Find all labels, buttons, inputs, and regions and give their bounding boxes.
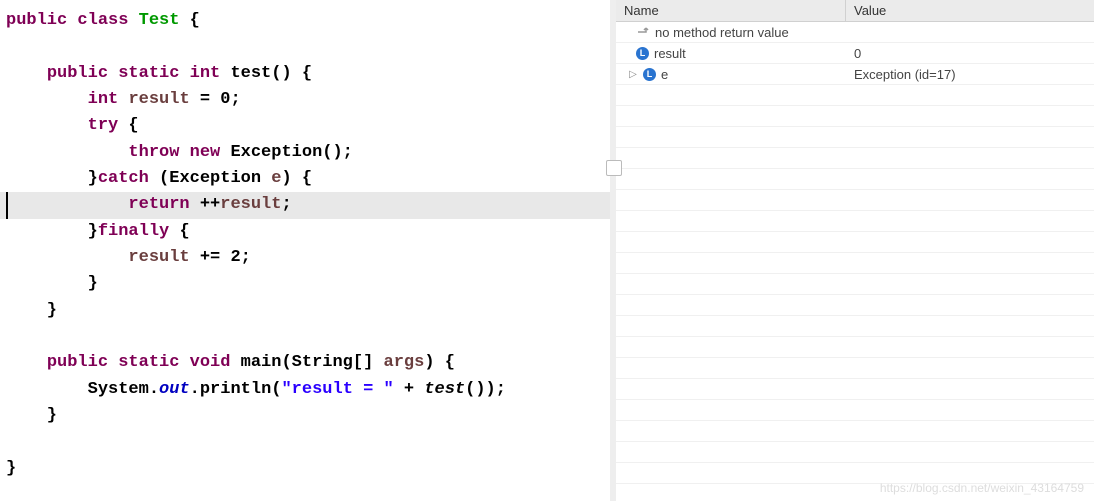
variable-value: Exception (id=17)	[846, 67, 1094, 82]
variable-name: result	[654, 46, 686, 61]
local-variable-icon: L	[636, 47, 649, 60]
code-content[interactable]: public class Test { public static int te…	[0, 0, 610, 482]
expand-toggle-icon[interactable]: ▷	[628, 69, 638, 80]
variables-body[interactable]: no method return valueLresult0▷LeExcepti…	[616, 22, 1094, 501]
empty-row	[616, 379, 1094, 400]
variables-panel: Name Value no method return value Lresult…	[616, 0, 1094, 501]
empty-row	[616, 463, 1094, 484]
variable-row[interactable]: ▷ Le Exception (id=17)	[616, 64, 1094, 85]
code-line[interactable]: }	[0, 298, 610, 324]
empty-row	[616, 253, 1094, 274]
code-line[interactable]: }	[0, 456, 610, 482]
return-arrow-icon	[636, 26, 650, 38]
code-line[interactable]: try {	[0, 113, 610, 139]
code-line[interactable]: public class Test {	[0, 8, 610, 34]
empty-row	[616, 421, 1094, 442]
variable-value: 0	[846, 46, 1094, 61]
empty-row	[616, 127, 1094, 148]
column-header-name[interactable]: Name	[616, 0, 846, 21]
variable-name: no method return value	[655, 25, 789, 40]
empty-row	[616, 442, 1094, 463]
empty-row	[616, 295, 1094, 316]
empty-row	[616, 190, 1094, 211]
code-line[interactable]: int result = 0;	[0, 87, 610, 113]
code-editor-panel[interactable]: public class Test { public static int te…	[0, 0, 610, 501]
empty-row	[616, 85, 1094, 106]
variable-name-cell: Lresult	[616, 46, 846, 61]
empty-row	[616, 484, 1094, 501]
empty-row	[616, 358, 1094, 379]
variable-row[interactable]: Lresult0	[616, 43, 1094, 64]
empty-row	[616, 148, 1094, 169]
code-line[interactable]	[0, 324, 610, 350]
empty-row	[616, 337, 1094, 358]
empty-row	[616, 316, 1094, 337]
code-line[interactable]: }	[0, 403, 610, 429]
variable-name: e	[661, 67, 668, 82]
code-line[interactable]: System.out.println("result = " + test())…	[0, 377, 610, 403]
variable-name-cell: ▷ Le	[616, 67, 846, 82]
variables-header: Name Value	[616, 0, 1094, 22]
empty-row	[616, 211, 1094, 232]
empty-row	[616, 274, 1094, 295]
empty-row	[616, 106, 1094, 127]
code-line[interactable]: }finally {	[0, 219, 610, 245]
code-line[interactable]: public static int test() {	[0, 61, 610, 87]
code-line[interactable]: }	[0, 271, 610, 297]
instruction-pointer-icon	[6, 192, 8, 218]
local-variable-icon: L	[643, 68, 656, 81]
column-header-value[interactable]: Value	[846, 3, 1094, 18]
code-line[interactable]	[0, 430, 610, 456]
variable-name-cell: no method return value	[616, 25, 846, 40]
code-line[interactable]: }catch (Exception e) {	[0, 166, 610, 192]
empty-row	[616, 232, 1094, 253]
code-line[interactable]: return ++result;	[0, 192, 610, 218]
code-line[interactable]: throw new Exception();	[0, 140, 610, 166]
code-line[interactable]: result += 2;	[0, 245, 610, 271]
code-line[interactable]	[0, 34, 610, 60]
empty-row	[616, 169, 1094, 190]
code-line[interactable]: public static void main(String[] args) {	[0, 350, 610, 376]
split-divider[interactable]	[610, 0, 616, 501]
empty-row	[616, 400, 1094, 421]
variable-row[interactable]: no method return value	[616, 22, 1094, 43]
